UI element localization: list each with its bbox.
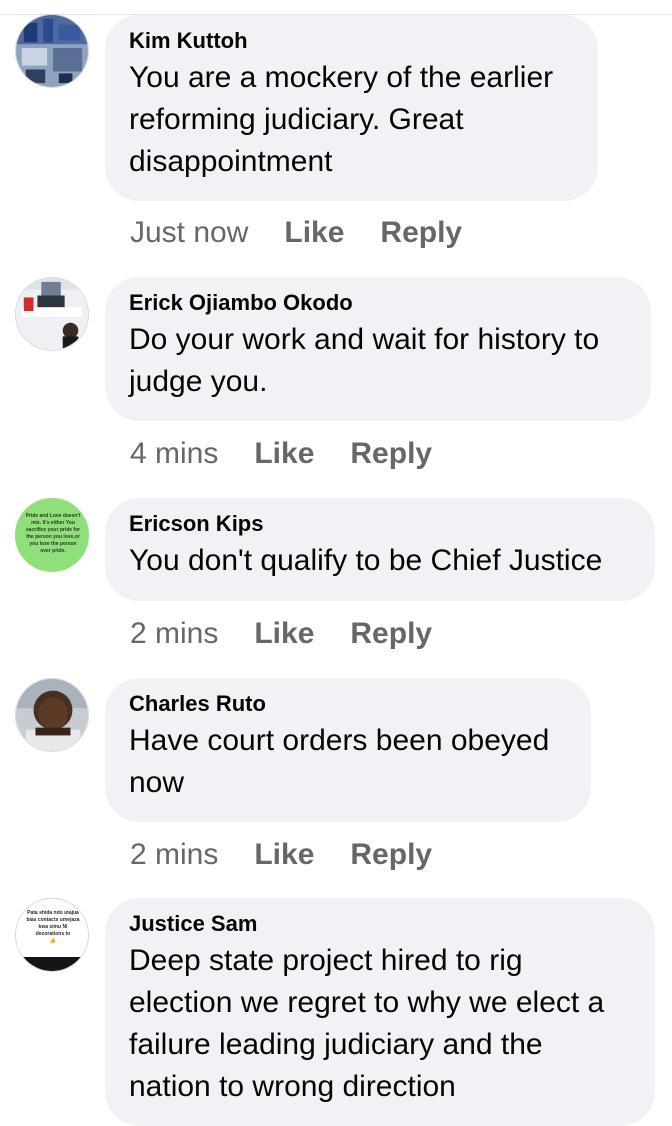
avatar-quote-line: mix. It's either You [31,520,75,526]
comment-text-line: You don't qualify to be Chief Justice [129,544,603,577]
comment-timestamp[interactable]: 2 mins [130,617,218,651]
reply-button[interactable]: Reply [380,216,462,250]
comment-author[interactable]: Ericson Kips [129,510,631,538]
comment-text-line: Do your work and wait for history to [129,323,600,356]
avatar-quote-line: you lose the person [29,541,77,547]
avatar-quote-line: decorations to [35,931,71,937]
like-button[interactable]: Like [254,617,314,651]
comment-text-line: judge you. [129,365,268,398]
avatar-quote-line: over pride. [40,548,66,554]
avatar-quote-line: kwa simu Ni [38,924,68,930]
avatar-quote-line: sacrifice your pride for [25,527,81,533]
comment-text-line: disappointment [129,145,333,178]
avatar[interactable] [15,14,89,88]
avatar[interactable] [15,678,89,752]
comment-text: You are a mockery of the earlier reformi… [129,57,574,183]
avatar[interactable]: Pata shida ndo utajua bias contacts umej… [15,898,89,972]
reply-button[interactable]: Reply [350,617,432,651]
comment-text-line: Have court orders been obeyed [129,724,550,757]
avatar-quote-line: the person you love,or [26,534,80,540]
like-button[interactable]: Like [254,838,314,872]
comment-author[interactable]: Charles Ruto [129,690,567,718]
comment-actions: 2 mins Like Reply [130,835,432,875]
avatar[interactable]: Pride and Love doesn't mix. It's either … [15,498,89,572]
comment-text-line: failure leading judiciary and the [129,1028,543,1061]
comment-text-line: nation to wrong direction [129,1070,456,1103]
comment-actions: 2 mins Like Reply [130,614,432,654]
comment-bubble: Kim Kuttoh You are a mockery of the earl… [105,15,598,201]
comment-bubble: Erick Ojiambo Okodo Do your work and wai… [105,277,651,421]
reply-button[interactable]: Reply [350,838,432,872]
comment-timestamp[interactable]: 4 mins [130,437,218,471]
comment-text: Deep state project hired to rig election… [129,940,631,1108]
avatar-quote-text: Pride and Love doesn't mix. It's either … [22,513,84,555]
comment-author[interactable]: Justice Sam [129,910,631,938]
avatar-charles-image [16,679,88,751]
comment-bubble: Ericson Kips You don't qualify to be Chi… [105,498,655,601]
avatar-quote-line: bias contacts umejaza [26,917,80,923]
comment-author[interactable]: Erick Ojiambo Okodo [129,289,627,317]
avatar-erick-image [16,278,88,350]
comment-text-line: You are a mockery of the earlier [129,61,554,94]
comment-timestamp[interactable]: 2 mins [130,838,218,872]
avatar-kim-kuttoh-image [16,15,88,87]
comment-text-line: now [129,766,185,799]
avatar-quote-line: Pride and Love doesn't [25,513,81,519]
comment-timestamp[interactable]: Just now [130,216,248,250]
avatar-quote-text: Pata shida ndo utajua bias contacts umej… [24,910,82,945]
avatar-quote-line: 👍 [49,938,57,944]
comment-bubble: Charles Ruto Have court orders been obey… [105,678,591,822]
comment-text: Do your work and wait for history to jud… [129,319,627,403]
comment-text-line: Deep state project hired to rig [129,944,523,977]
avatar-quote-line: Pata shida ndo utajua [27,910,79,916]
comment-author[interactable]: Kim Kuttoh [129,27,574,55]
comment-text: Have court orders been obeyed now [129,720,567,804]
comment-bubble: Justice Sam Deep state project hired to … [105,898,655,1126]
comment-text-line: election we regret to why we elect a [129,986,605,1019]
comment-text: You don't qualify to be Chief Justice [129,540,631,582]
like-button[interactable]: Like [284,216,344,250]
avatar-dark-band [16,957,88,971]
reply-button[interactable]: Reply [350,437,432,471]
comment-actions: Just now Like Reply [130,213,462,253]
comment-text-line: reforming judiciary. Great [129,103,464,136]
comment-actions: 4 mins Like Reply [130,434,432,474]
like-button[interactable]: Like [254,437,314,471]
avatar[interactable] [15,277,89,351]
